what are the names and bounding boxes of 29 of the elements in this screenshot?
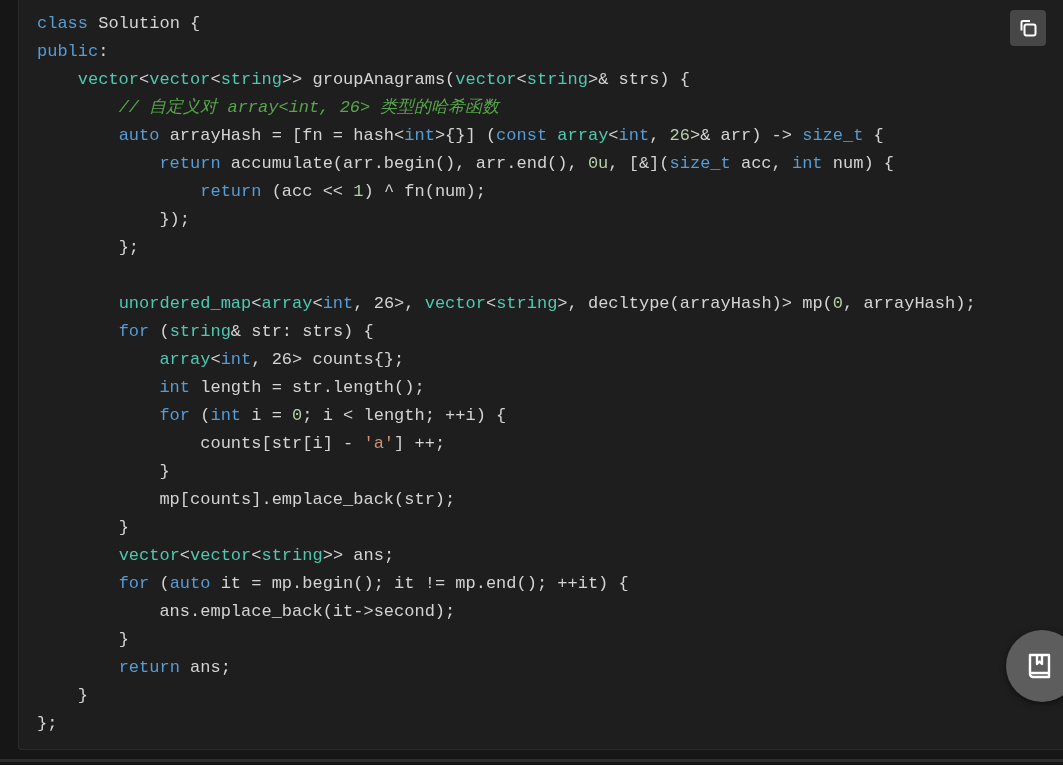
code-line: class Solution {	[37, 14, 201, 33]
code-line: ans.emplace_back(it->second);	[159, 602, 456, 621]
code-line: return accumulate(arr.begin(), arr.end(), 0u, [&](size_t acc, int num) {	[159, 154, 894, 173]
code-line: }	[77, 686, 88, 705]
code-line: return (acc << 1) ^ fn(num);	[200, 182, 486, 201]
code-line: for (auto it = mp.begin(); it != mp.end(); ++it) {	[118, 574, 629, 593]
copy-button[interactable]	[1010, 10, 1046, 46]
code-line: for (int i = 0; i < length; ++i) {	[159, 406, 507, 425]
code-line: // 自定义对 array<int, 26> 类型的哈希函数	[118, 98, 500, 117]
code-line: counts[str[i] - 'a'] ++;	[200, 434, 446, 453]
code-line: vector<vector<string>> ans;	[118, 546, 395, 565]
code-line: vector<vector<string>> groupAnagrams(vector<string>& strs) {	[77, 70, 690, 89]
code-line: }	[118, 518, 129, 537]
code-line: for (string& str: strs) {	[118, 322, 374, 341]
code-line: }	[118, 630, 129, 649]
code-line: mp[counts].emplace_back(str);	[159, 490, 456, 509]
code-line: }	[159, 462, 170, 481]
copy-icon	[1018, 18, 1038, 38]
code-line: array<int, 26> counts{};	[159, 350, 405, 369]
code-line: };	[37, 714, 58, 733]
code-line: };	[118, 238, 140, 257]
book-button[interactable]	[1006, 630, 1063, 702]
code-line: int length = str.length();	[159, 378, 425, 397]
code-line: return ans;	[118, 658, 231, 677]
code-line: public:	[37, 42, 109, 61]
code-line: });	[159, 210, 191, 229]
code-line: auto arrayHash = [fn = hash<int>{}] (const array<int, 26>& arr) -> size_t {	[118, 126, 884, 145]
book-icon	[1027, 652, 1053, 680]
code-line: unordered_map<array<int, 26>, vector<string>, decltype(arrayHash)> mp(0, arrayHash);	[118, 294, 976, 313]
